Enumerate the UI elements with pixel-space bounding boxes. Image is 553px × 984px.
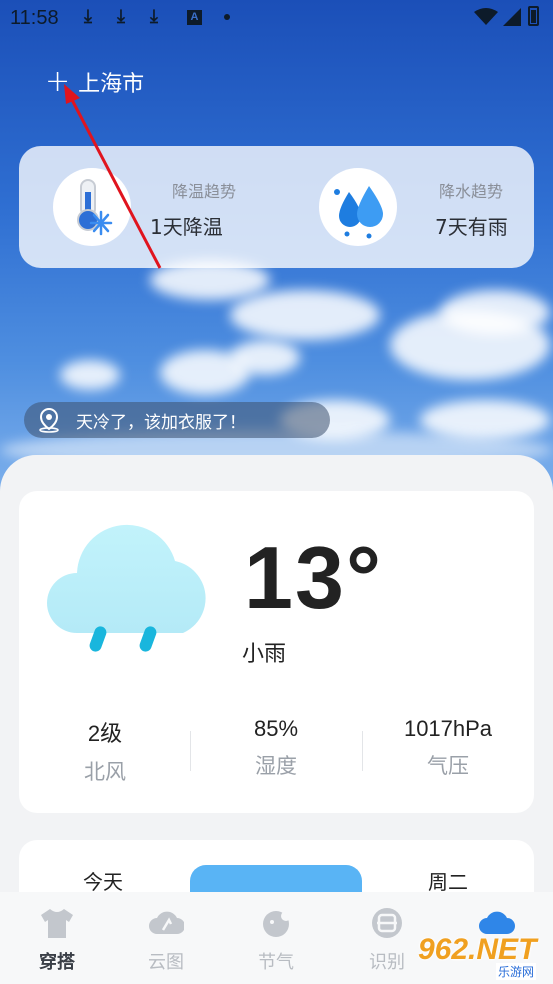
day-tab-today[interactable]: 今天 [83, 866, 123, 895]
location-pin-icon [39, 407, 59, 433]
current-weather-card: 13° 小雨 2级 北风 85% 湿度 1017hPa 气压 [19, 491, 534, 813]
humidity-value: 85% [253, 716, 299, 741]
humidity-stat: 85% 湿度 [190, 716, 362, 780]
trend-value: 1天降温 [150, 215, 223, 239]
shirt-icon [41, 909, 73, 938]
wind-level: 2级 [87, 721, 123, 746]
rain-trend[interactable]: 降水趋势 7天有雨 [319, 168, 519, 246]
status-bar: 11:58 ⤓ ⤓ ⤓ A [0, 0, 553, 36]
humidity-label: 湿度 [255, 754, 297, 778]
current-temperature: 13° [244, 528, 384, 627]
status-time: 11:58 [10, 7, 59, 29]
day-tab-tuesday[interactable]: 周二 [428, 866, 468, 895]
nav-label: 云图 [148, 952, 184, 973]
trend-title: 降温趋势 [172, 182, 237, 201]
trend-title: 降水趋势 [439, 182, 504, 201]
wind-stat: 2级 北风 [19, 716, 191, 786]
download-icon: ⤓ [150, 6, 158, 27]
nav-item-solar-terms[interactable]: 节气 [221, 906, 331, 974]
watermark-sub: 乐游网 [496, 963, 537, 980]
site-watermark: 962.NET 乐游网 [418, 933, 550, 981]
rain-cloud-icon [47, 524, 206, 652]
trend-card: 降温趋势 1天降温 降水趋势 7天有雨 [19, 146, 534, 268]
app-notification-icon: A [187, 10, 202, 25]
download-icon: ⤓ [84, 6, 92, 27]
signal-icon [503, 8, 521, 26]
nav-label: 节气 [258, 952, 294, 973]
add-city-icon[interactable]: + [45, 67, 70, 97]
tip-text: 天冷了，该加衣服了！ [76, 412, 246, 433]
pressure-stat: 1017hPa 气压 [362, 716, 534, 780]
wifi-icon [474, 8, 498, 25]
nav-item-cloud-map[interactable]: 云图 [111, 906, 221, 974]
download-icon: ⤓ [117, 6, 125, 27]
cooling-trend[interactable]: 降温趋势 1天降温 [53, 168, 283, 246]
watermark-brand: 962.NET [418, 933, 537, 966]
current-condition: 小雨 [242, 642, 287, 667]
thermometer-snow-icon [53, 168, 131, 246]
location-header: + 上海市 [45, 64, 144, 100]
nav-item-outfit[interactable]: 穿搭 [2, 906, 112, 974]
wind-direction: 北风 [84, 760, 126, 784]
weather-tip: 天冷了，该加衣服了！ [24, 402, 330, 438]
more-notifications-icon [224, 14, 230, 20]
cloud-map-icon [149, 911, 185, 934]
pressure-value: 1017hPa [403, 716, 493, 741]
trend-value: 7天有雨 [435, 215, 508, 239]
weather-stats: 2级 北风 85% 湿度 1017hPa 气压 [19, 716, 534, 786]
scan-icon [372, 908, 402, 938]
solar-term-icon [263, 911, 291, 937]
pressure-label: 气压 [427, 754, 469, 778]
nav-label: 穿搭 [39, 952, 75, 973]
water-drops-icon [319, 168, 397, 246]
battery-icon [528, 6, 539, 26]
city-name[interactable]: 上海市 [78, 66, 144, 98]
